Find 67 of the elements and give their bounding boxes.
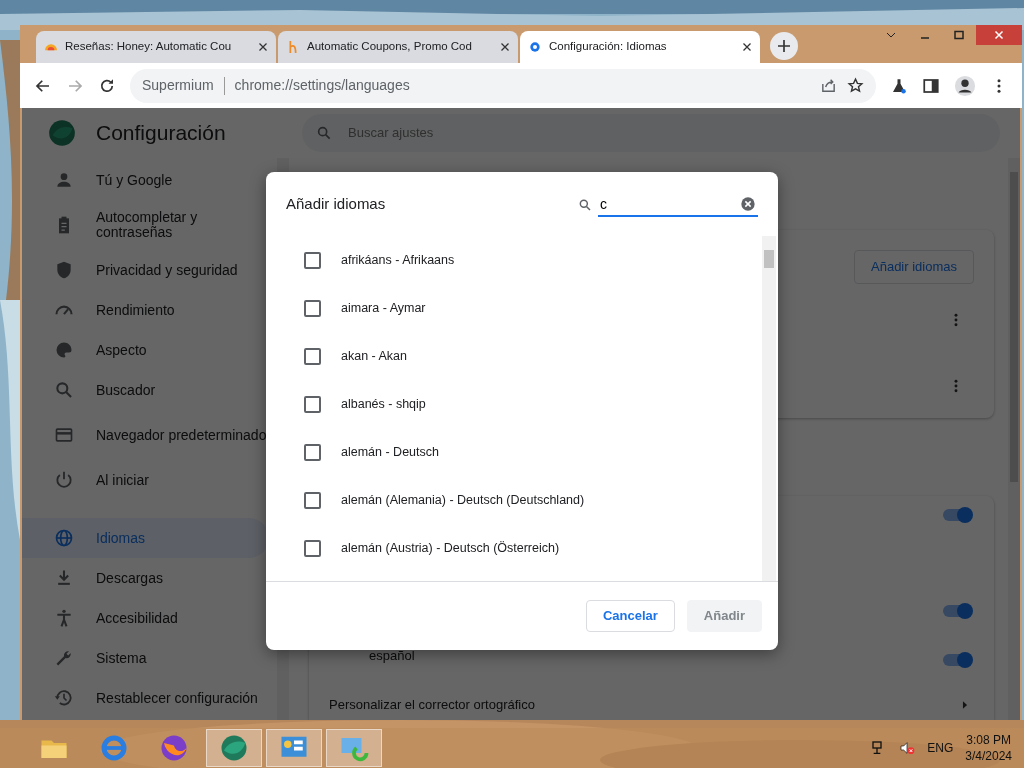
browser-tab[interactable]: Automatic Coupons, Promo Cod (278, 31, 518, 63)
browser-icon[interactable] (159, 733, 189, 763)
browser-window-icon (54, 425, 74, 445)
address-bar[interactable]: Supermium chrome://settings/languages (130, 68, 876, 103)
palette-icon (54, 340, 74, 360)
sidebar-item[interactable]: Idiomas (22, 518, 269, 558)
search-icon (578, 198, 592, 212)
star-icon[interactable] (847, 77, 864, 94)
scrollbar[interactable] (1008, 158, 1020, 720)
toggle-switch[interactable] (942, 506, 974, 524)
side-panel-icon[interactable] (922, 76, 940, 95)
language-label: español (369, 647, 415, 665)
person-icon (54, 170, 74, 190)
browser-tab[interactable]: Reseñas: Honey: Automatic Cou (36, 31, 276, 63)
shield-icon (54, 260, 74, 280)
language-option[interactable]: alemán (Austria) - Deutsch (Österreich) (341, 538, 560, 558)
search-field[interactable]: c (600, 193, 730, 215)
page-title: Configuración (96, 120, 226, 147)
dialog-title: Añadir idiomas (286, 193, 386, 214)
checkbox[interactable] (304, 251, 321, 269)
language-option[interactable]: albanés - shqip (341, 394, 426, 414)
clear-icon[interactable] (740, 196, 756, 212)
clock-time: 3:08 PM (966, 731, 1011, 748)
checkbox[interactable] (304, 539, 321, 557)
language-option[interactable]: alemán - Deutsch (341, 442, 439, 462)
close-icon[interactable] (257, 41, 269, 53)
language-indicator[interactable]: ENG (927, 739, 954, 757)
flask-icon[interactable] (890, 76, 908, 95)
toggle-switch[interactable] (942, 602, 974, 620)
add-languages-button[interactable]: Añadir idiomas (854, 250, 974, 284)
checkbox[interactable] (304, 395, 321, 413)
tab-title: Configuración: Idiomas (549, 39, 668, 55)
cancel-button[interactable]: Cancelar (585, 600, 675, 632)
language-option[interactable]: aimara - Aymar (341, 298, 426, 318)
checkbox[interactable] (304, 299, 321, 317)
search-icon (54, 380, 74, 400)
history-icon (54, 688, 74, 708)
scrollbar[interactable] (762, 236, 776, 581)
browser-tab[interactable]: Configuración: Idiomas (520, 31, 760, 63)
app-logo-icon (48, 119, 76, 147)
close-icon[interactable] (499, 41, 511, 53)
search-icon (316, 125, 332, 141)
checkbox[interactable] (304, 443, 321, 461)
maximize-icon[interactable] (953, 29, 965, 41)
checkbox[interactable] (304, 347, 321, 365)
globe-icon (54, 528, 74, 548)
muted-speaker-icon[interactable] (899, 740, 916, 756)
plus-icon[interactable] (776, 38, 792, 54)
site-name: Supermium (142, 76, 214, 95)
wrench-icon (54, 648, 74, 668)
tab-title: Reseñas: Honey: Automatic Cou (65, 39, 233, 55)
language-option[interactable]: akan - Akan (341, 346, 407, 366)
accessibility-icon (54, 608, 74, 628)
chevron-right-icon (960, 700, 970, 710)
checkbox[interactable] (304, 491, 321, 509)
power-icon (54, 470, 74, 490)
share-icon[interactable] (820, 77, 837, 94)
toggle-switch[interactable] (942, 651, 974, 669)
close-icon[interactable] (741, 41, 753, 53)
tab-title: Automatic Coupons, Promo Cod (307, 39, 473, 55)
search-box[interactable]: c (598, 193, 758, 217)
profile-icon[interactable] (954, 74, 976, 97)
language-option[interactable]: afrikáans - Afrikaans (341, 250, 455, 270)
url-text: chrome://settings/languages (234, 76, 410, 95)
app-logo-icon[interactable] (219, 733, 249, 763)
language-option[interactable]: alemán (Alemania) - Deutsch (Deutschland) (341, 490, 585, 510)
clock-date: 3/4/2024 (965, 748, 1012, 765)
